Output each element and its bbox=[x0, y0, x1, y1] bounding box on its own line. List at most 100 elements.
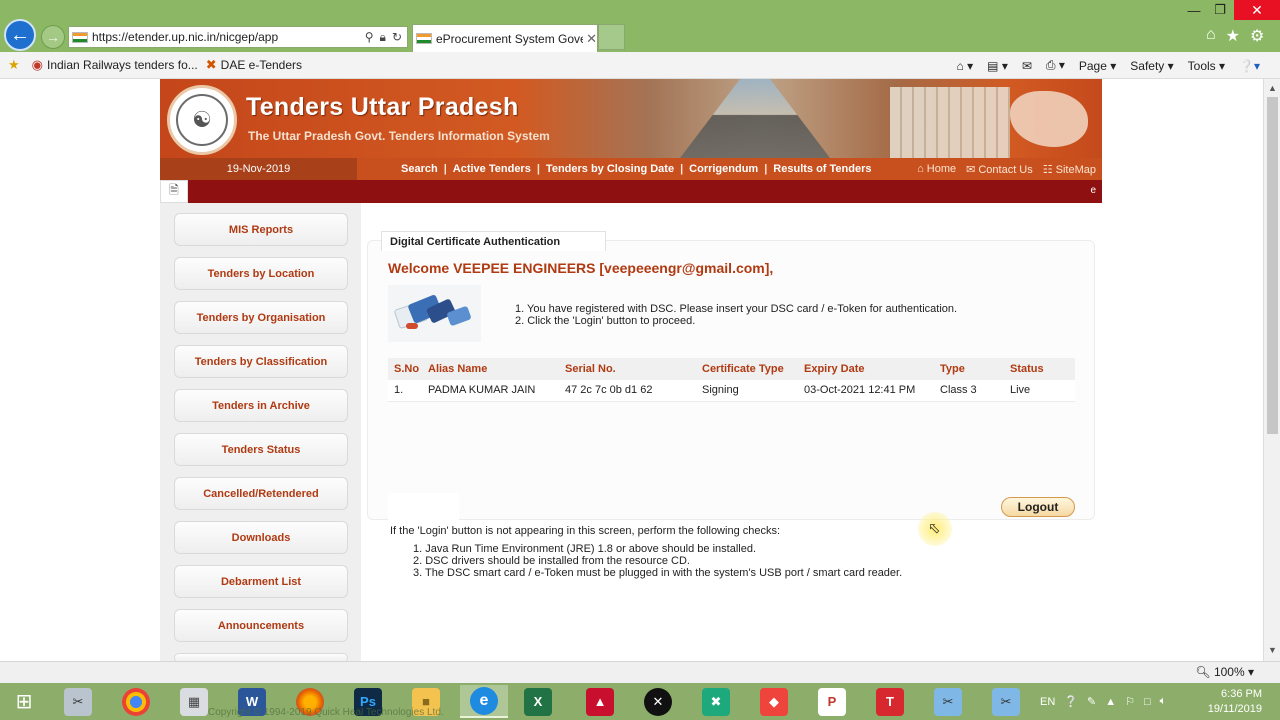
logout-button[interactable]: Logout bbox=[1001, 497, 1075, 517]
scroll-down-icon[interactable]: ▼ bbox=[1264, 645, 1280, 655]
url-text[interactable]: https://etender.up.nic.in/nicgep/app bbox=[92, 30, 365, 44]
system-clock[interactable]: 6:36 PM 19/11/2019 bbox=[1208, 687, 1262, 717]
feeds-icon[interactable]: ▤ ▾ bbox=[987, 59, 1008, 73]
zoom-level[interactable]: 🔍︎ 100% ▾ bbox=[1195, 665, 1254, 679]
maximize-icon[interactable]: ❐ bbox=[1206, 0, 1234, 20]
building-image bbox=[890, 87, 1010, 158]
language-indicator[interactable]: EN bbox=[1040, 696, 1055, 708]
forward-arrow-icon[interactable]: → bbox=[41, 25, 65, 49]
network-tray-icon[interactable]: □ bbox=[1144, 696, 1151, 708]
sidebar-item-partial[interactable] bbox=[174, 653, 348, 661]
gear-icon[interactable]: ⚙ bbox=[1250, 26, 1264, 46]
browser-tab[interactable]: eProcurement System Gove... ✕ bbox=[412, 24, 598, 52]
volume-icon[interactable]: 🔈︎ bbox=[1160, 695, 1167, 708]
sidebar-item-tenders-by-classification[interactable]: Tenders by Classification bbox=[174, 345, 348, 378]
table-row[interactable]: 1. PADMA KUMAR JAIN 47 2c 7c 0b d1 62 Si… bbox=[388, 380, 1075, 402]
windows-start-icon[interactable]: ⊞ bbox=[0, 683, 48, 720]
address-bar[interactable]: https://etender.up.nic.in/nicgep/app ⚲ 🔒… bbox=[68, 26, 408, 48]
scroll-thumb[interactable] bbox=[1267, 97, 1278, 434]
nav-corrigendum[interactable]: Corrigendum bbox=[689, 163, 758, 175]
snipping-icon: ✂ bbox=[934, 687, 962, 716]
help-icon[interactable]: ❔▾ bbox=[1239, 59, 1260, 73]
sidebar-item-cancelled-retendered[interactable]: Cancelled/Retendered bbox=[174, 477, 348, 510]
favorite-label: DAE e-Tenders bbox=[220, 58, 303, 72]
help-tray-icon[interactable]: ❔ bbox=[1064, 695, 1078, 708]
cell-serial-no: 47 2c 7c 0b d1 62 bbox=[559, 380, 696, 402]
sidebar-item-tenders-status[interactable]: Tenders Status bbox=[174, 433, 348, 466]
sitemap-link[interactable]: ☷ SiteMap bbox=[1043, 163, 1096, 176]
dsc-token-image bbox=[388, 285, 481, 342]
sidebar-item-tenders-by-organisation[interactable]: Tenders by Organisation bbox=[174, 301, 348, 334]
instruction-line: 1. You have registered with DSC. Please … bbox=[515, 303, 958, 315]
quickheal-copyright: Copyright © 1994-2019 Quick Heal Technol… bbox=[208, 707, 444, 718]
security-tray-icon[interactable]: ⚐ bbox=[1125, 695, 1135, 708]
top-nav: Search | Active Tenders | Tenders by Clo… bbox=[401, 163, 872, 175]
taskbar-snipping-2[interactable]: ✂ bbox=[982, 685, 1030, 718]
internet-explorer-icon: e bbox=[470, 686, 498, 715]
favorite-indian-railways[interactable]: ◉ Indian Railways tenders fo... bbox=[32, 57, 198, 73]
nav-active-tenders[interactable]: Active Tenders bbox=[453, 163, 531, 175]
pen-tray-icon[interactable]: ✎ bbox=[1087, 695, 1096, 708]
sidebar-item-debarment-list[interactable]: Debarment List bbox=[174, 565, 348, 598]
tab-close-icon[interactable]: ✕ bbox=[586, 31, 597, 47]
favorite-dae-etenders[interactable]: ✖ DAE e-Tenders bbox=[206, 57, 302, 73]
tools-menu[interactable]: Tools ▾ bbox=[1188, 59, 1225, 73]
windows-taskbar: ⊞ ✂ ▦ W Ps ■ e X ▲ ✕ ✖ ◆ P T ✂ ✂ EN ❔ ✎ … bbox=[0, 683, 1280, 720]
mail-icon[interactable]: ✉ bbox=[1022, 59, 1032, 73]
browser-titlebar: ← → https://etender.up.nic.in/nicgep/app… bbox=[0, 0, 1280, 52]
taskbar-internet-explorer[interactable]: e bbox=[460, 685, 508, 718]
taskbar-anydesk[interactable]: ◆ bbox=[750, 685, 798, 718]
taskbar-chrome[interactable] bbox=[112, 685, 160, 718]
app-t-icon: T bbox=[876, 687, 904, 716]
star-icon[interactable]: ★ bbox=[1226, 26, 1240, 46]
system-tray: EN ❔ ✎ ▲ ⚐ □ 🔈︎ bbox=[1040, 683, 1166, 720]
favorites-add-icon[interactable]: ★ bbox=[8, 57, 24, 73]
taskbar-app-t[interactable]: T bbox=[866, 685, 914, 718]
lock-icon[interactable]: 🔒︎ bbox=[380, 30, 386, 45]
tray-expand-icon[interactable]: ▲ bbox=[1105, 696, 1116, 708]
login-applet-placeholder bbox=[388, 493, 459, 521]
scroll-up-icon[interactable]: ▲ bbox=[1264, 83, 1280, 93]
document-icon[interactable]: 🗎︎ bbox=[160, 180, 188, 203]
sidebar-item-tenders-in-archive[interactable]: Tenders in Archive bbox=[174, 389, 348, 422]
sidebar-item-announcements[interactable]: Announcements bbox=[174, 609, 348, 642]
nav-results-of-tenders[interactable]: Results of Tenders bbox=[773, 163, 871, 175]
news-ticker[interactable]: e bbox=[188, 180, 1102, 203]
taskbar-quickheal[interactable]: ✂ bbox=[54, 685, 102, 718]
search-icon[interactable]: ⚲ bbox=[365, 30, 374, 45]
browser-status-bar: 🔍︎ 100% ▾ bbox=[0, 661, 1280, 683]
vertical-scrollbar[interactable]: ▲ ▼ bbox=[1263, 79, 1280, 661]
back-arrow-icon[interactable]: ← bbox=[4, 19, 36, 51]
cell-sno: 1. bbox=[388, 380, 422, 402]
taskbar-app-p[interactable]: P bbox=[808, 685, 856, 718]
anydesk-icon: ◆ bbox=[760, 687, 788, 716]
ticker-row: 🗎︎ e bbox=[160, 180, 1102, 203]
nav-tenders-by-closing-date[interactable]: Tenders by Closing Date bbox=[546, 163, 674, 175]
excel-icon: X bbox=[524, 687, 552, 716]
contact-us-link[interactable]: ✉ Contact Us bbox=[966, 163, 1033, 176]
new-tab-button[interactable] bbox=[598, 24, 625, 50]
taskbar-excel[interactable]: X bbox=[514, 685, 562, 718]
sidebar-item-mis-reports[interactable]: MIS Reports bbox=[174, 213, 348, 246]
sidebar-item-tenders-by-location[interactable]: Tenders by Location bbox=[174, 257, 348, 290]
close-icon[interactable]: ✕ bbox=[1234, 0, 1280, 20]
taskbar-snipping[interactable]: ✂ bbox=[924, 685, 972, 718]
railways-icon: ◉ bbox=[31, 57, 43, 72]
app-p-icon: P bbox=[818, 687, 846, 716]
taskbar-app-tools[interactable]: ✖ bbox=[692, 685, 740, 718]
refresh-icon[interactable]: ↻ bbox=[392, 30, 402, 45]
minimize-icon[interactable]: — bbox=[1180, 0, 1208, 20]
site-flag-icon bbox=[72, 31, 88, 43]
print-icon[interactable]: ⎙ ▾ bbox=[1046, 58, 1065, 73]
nav-search[interactable]: Search bbox=[401, 163, 438, 175]
site-title: Tenders Uttar Pradesh bbox=[246, 93, 519, 121]
home-link[interactable]: ⌂ Home bbox=[917, 163, 956, 175]
taskbar-acrobat[interactable]: ▲ bbox=[576, 685, 624, 718]
page-menu[interactable]: Page ▾ bbox=[1079, 59, 1116, 73]
home-icon[interactable]: ⌂ bbox=[1206, 26, 1216, 46]
home-cmd-icon[interactable]: ⌂ ▾ bbox=[957, 59, 974, 73]
safety-menu[interactable]: Safety ▾ bbox=[1130, 59, 1173, 73]
sidebar-item-downloads[interactable]: Downloads bbox=[174, 521, 348, 554]
taskbar-app-circle[interactable]: ✕ bbox=[634, 685, 682, 718]
col-certificate-type: Certificate Type bbox=[696, 358, 798, 380]
